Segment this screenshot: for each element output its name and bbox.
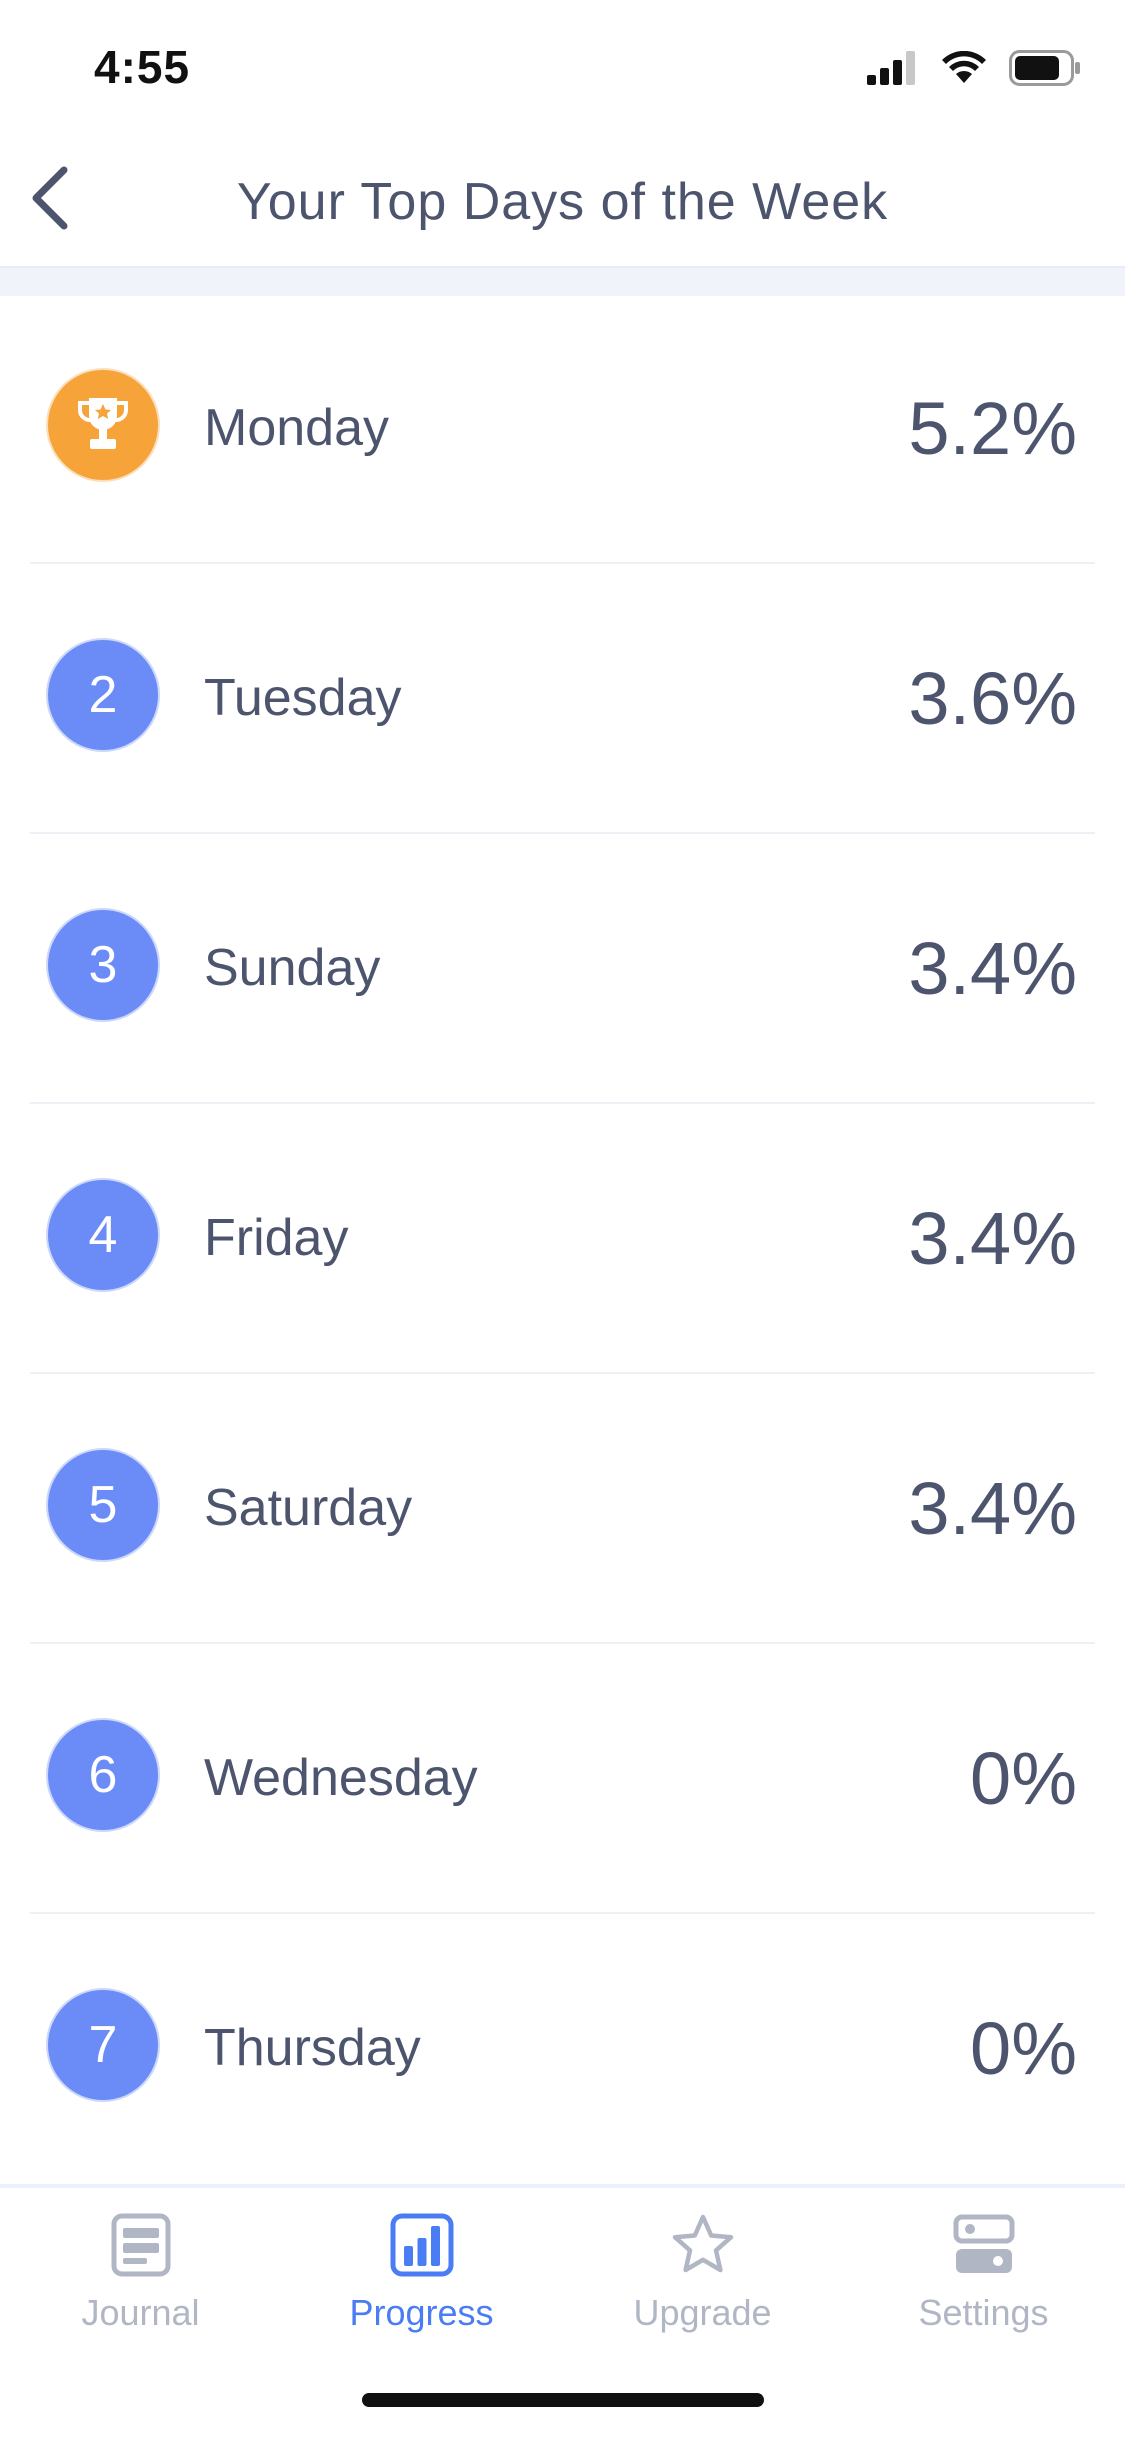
day-name: Monday — [204, 399, 389, 457]
day-row: 7 Thursday 0% — [30, 1914, 1095, 2184]
day-percent: 3.4% — [908, 927, 1077, 1010]
tab-upgrade[interactable]: Upgrade — [562, 2212, 843, 2362]
tab-label: Settings — [918, 2292, 1049, 2333]
star-icon — [672, 2214, 733, 2273]
tab-label: Progress — [349, 2292, 494, 2333]
nav-header: Your Top Days of the Week — [0, 132, 1125, 266]
day-percent: 5.2% — [908, 387, 1077, 470]
day-row: 4 Friday 3.4% — [30, 1104, 1095, 1374]
day-name: Saturday — [204, 1479, 413, 1537]
tab-label: Upgrade — [633, 2292, 772, 2333]
day-row: 3 Sunday 3.4% — [30, 834, 1095, 1104]
day-row: 6 Wednesday 0% — [30, 1644, 1095, 1914]
journal-icon — [111, 2213, 170, 2277]
day-percent: 3.6% — [908, 657, 1077, 740]
home-indicator[interactable] — [362, 2393, 764, 2407]
day-row: 5 Saturday 3.4% — [30, 1374, 1095, 1644]
day-name: Wednesday — [204, 1749, 478, 1807]
day-name: Friday — [204, 1209, 349, 1267]
day-percent: 3.4% — [908, 1467, 1077, 1550]
day-percent: 0% — [970, 1737, 1077, 1820]
rank-badge: 4 — [48, 1180, 158, 1290]
wifi-icon — [942, 51, 986, 83]
status-bar: 4:55 — [0, 0, 1125, 132]
rank-badge: 3 — [48, 910, 158, 1020]
day-percent: 3.4% — [908, 1197, 1077, 1280]
page-title: Your Top Days of the Week — [236, 173, 889, 231]
trophy-icon — [77, 398, 129, 449]
rank-badge — [48, 370, 158, 480]
rank-badge: 7 — [48, 1990, 158, 2100]
tab-settings[interactable]: Settings — [843, 2212, 1124, 2362]
tab-progress[interactable]: Progress — [281, 2212, 562, 2362]
settings-icon — [953, 2214, 1014, 2273]
day-name: Sunday — [204, 939, 381, 997]
battery-icon — [1009, 50, 1080, 86]
rank-badge: 6 — [48, 1720, 158, 1830]
bar-chart-icon — [390, 2213, 453, 2277]
tab-journal[interactable]: Journal — [0, 2212, 281, 2362]
status-time: 4:55 — [94, 41, 191, 93]
signal-icon — [867, 51, 915, 85]
day-percent: 0% — [970, 2007, 1077, 2090]
day-name: Thursday — [204, 2019, 421, 2077]
day-row: Monday 5.2% — [30, 294, 1095, 564]
rank-badge: 2 — [48, 640, 158, 750]
day-name: Tuesday — [204, 669, 402, 727]
status-icons — [867, 48, 1081, 88]
tab-label: Journal — [81, 2292, 200, 2333]
day-ranking-list: Monday 5.2% 2 Tuesday 3.6% 3 Sunday 3.4%… — [0, 294, 1125, 2184]
day-row: 2 Tuesday 3.6% — [30, 564, 1095, 834]
rank-badge: 5 — [48, 1450, 158, 1560]
header-divider — [0, 266, 1125, 296]
